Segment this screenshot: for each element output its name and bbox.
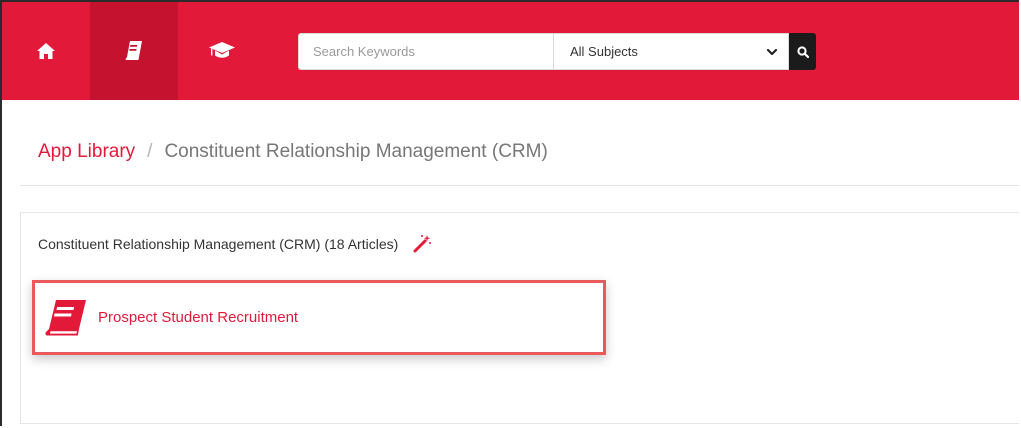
panel-heading: Constituent Relationship Management (CRM… [38, 234, 432, 254]
book-icon [45, 299, 86, 335]
breadcrumb-link-app-library[interactable]: App Library [38, 141, 135, 162]
breadcrumb: App Library / Constituent Relationship Man… [38, 141, 548, 163]
top-navbar: All Subjects [2, 2, 1019, 100]
book-icon [125, 41, 142, 60]
search-button[interactable] [789, 33, 816, 70]
subject-select-value: All Subjects [570, 44, 638, 59]
nav-book[interactable] [90, 2, 178, 100]
magic-wand-icon[interactable] [412, 234, 432, 254]
article-item[interactable]: Prospect Student Recruitment [32, 280, 606, 355]
subject-select[interactable]: All Subjects [553, 33, 789, 70]
divider [20, 185, 1019, 186]
nav-home[interactable] [2, 2, 90, 100]
home-icon [37, 43, 55, 59]
panel-heading-text: Constituent Relationship Management (CRM… [38, 236, 399, 252]
breadcrumb-current: Constituent Relationship Management (CRM… [164, 141, 548, 162]
category-panel: Constituent Relationship Management (CRM… [20, 212, 1019, 424]
app-window: All Subjects App Library / Constituent Rel… [0, 0, 1019, 426]
graduation-cap-icon [209, 42, 235, 58]
search-input[interactable] [299, 34, 553, 69]
nav-graduation[interactable] [178, 2, 266, 100]
search-field[interactable] [298, 33, 553, 70]
chevron-down-icon [766, 48, 778, 55]
article-title[interactable]: Prospect Student Recruitment [98, 309, 298, 326]
search-icon [796, 45, 809, 58]
breadcrumb-separator: / [147, 141, 153, 162]
